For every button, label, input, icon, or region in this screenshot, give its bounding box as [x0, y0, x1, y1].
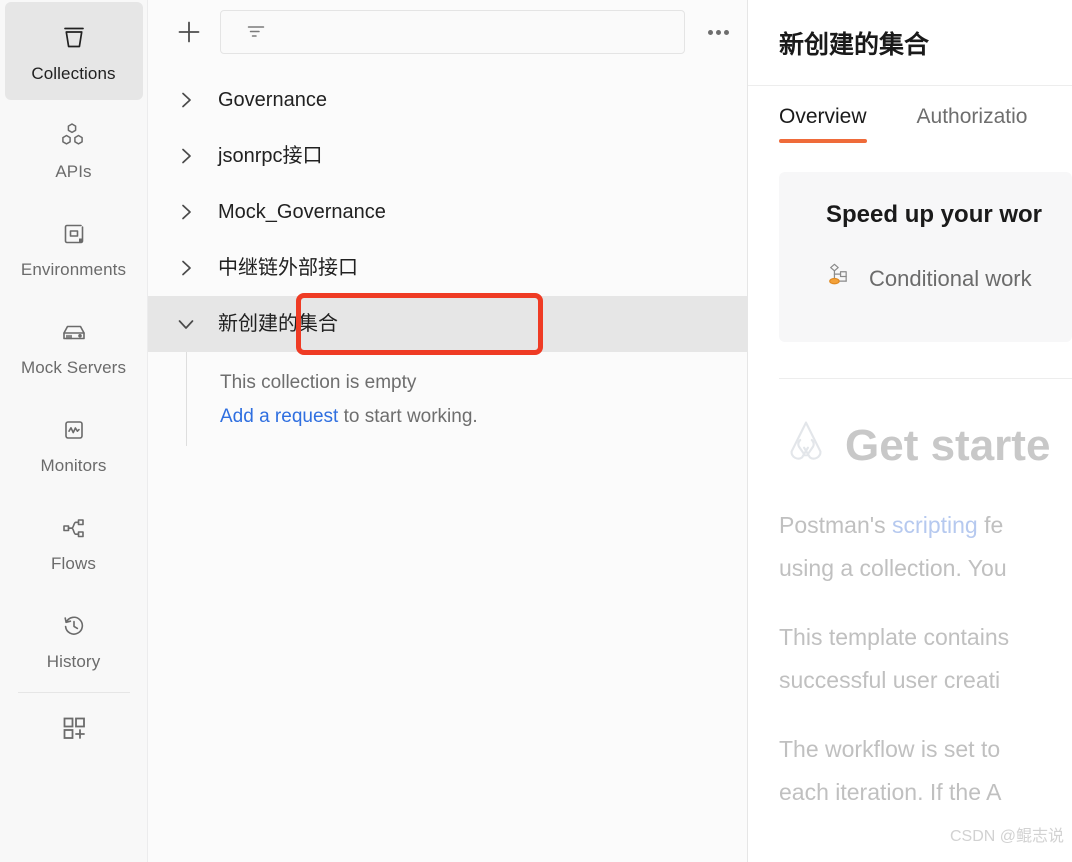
- filter-icon: [245, 21, 267, 43]
- chevron-right-icon[interactable]: [174, 256, 198, 280]
- collection-name: 新创建的集合: [218, 313, 338, 335]
- sidebar-item-label: History: [46, 651, 101, 671]
- add-a-request-link[interactable]: Add a request: [220, 406, 338, 427]
- new-collection-button[interactable]: [174, 17, 204, 47]
- collection-row-governance[interactable]: Governance: [148, 72, 747, 128]
- flows-icon: [57, 511, 91, 545]
- empty-state-line-2-rest: to start working.: [338, 406, 478, 427]
- collection-name: jsonrpc接口: [218, 145, 323, 167]
- collection-row-jsonrpc[interactable]: jsonrpc接口: [148, 128, 747, 184]
- collection-empty-state: This collection is empty Add a request t…: [148, 352, 747, 454]
- dot: [707, 29, 713, 35]
- collections-filter-input[interactable]: [279, 23, 672, 41]
- collection-detail-panel: 新创建的集合 Overview Authorizatio Speed up yo…: [748, 0, 1072, 862]
- doc-p3-line1: The workflow is set to: [779, 736, 1001, 762]
- collection-row-new-collection[interactable]: 新创建的集合: [148, 296, 747, 352]
- sidebar-item-history[interactable]: History: [5, 590, 143, 688]
- sidebar-item-label: APIs: [55, 161, 92, 181]
- doc-heading-text: Get starte: [845, 420, 1051, 470]
- chevron-right-icon[interactable]: [174, 144, 198, 168]
- tab-overview[interactable]: Overview: [779, 105, 867, 143]
- add-module-icon: [57, 711, 91, 745]
- sidebar-item-environments[interactable]: Environments: [5, 198, 143, 296]
- collections-toolbar: [148, 0, 747, 64]
- mock-servers-icon: [57, 315, 91, 349]
- doc-p1-a: Postman's: [779, 512, 893, 538]
- collection-row-mock-governance[interactable]: Mock_Governance: [148, 184, 747, 240]
- collection-name: 中继链外部接口: [218, 257, 358, 279]
- postman-window: Collections APIs Environments Mock Serve…: [0, 0, 1072, 862]
- primary-sidebar: Collections APIs Environments Mock Serve…: [0, 0, 148, 862]
- dot: [723, 29, 729, 35]
- scripting-link[interactable]: scripting: [892, 512, 978, 538]
- chevron-right-icon[interactable]: [174, 200, 198, 224]
- sidebar-item-label: Monitors: [40, 455, 107, 475]
- doc-paragraph-3: The workflow is set to each iteration. If…: [779, 728, 1072, 814]
- sidebar-item-collections[interactable]: Collections: [4, 2, 143, 100]
- sidebar-item-monitors[interactable]: Monitors: [5, 394, 143, 492]
- collection-row-relay-chain[interactable]: 中继链外部接口: [148, 240, 747, 296]
- chevron-down-icon[interactable]: [174, 312, 198, 336]
- chevron-right-icon[interactable]: [174, 88, 198, 112]
- page-title: 新创建的集合: [779, 31, 930, 59]
- collections-panel: Governance jsonrpc接口 Mock_Governance 中继链…: [148, 0, 748, 862]
- sidebar-item-apis[interactable]: APIs: [5, 100, 143, 198]
- doc-p1-b: fe: [977, 512, 1004, 538]
- tree-indent-guide: [186, 352, 187, 446]
- apis-icon: [57, 119, 91, 153]
- collections-icon: [57, 21, 91, 55]
- collections-tree: Governance jsonrpc接口 Mock_Governance 中继链…: [148, 64, 747, 454]
- empty-state-line-2: Add a request to start working.: [174, 400, 747, 434]
- doc-p1-line2: using a collection. You: [779, 555, 1007, 581]
- promo-item-label: Conditional work: [869, 266, 1032, 291]
- sidebar-item-label: Flows: [51, 553, 96, 573]
- sidebar-item-label: Environments: [20, 259, 127, 279]
- more-horizontal-icon[interactable]: [701, 17, 735, 47]
- doc-heading: Get starte: [779, 413, 1072, 478]
- detail-tabs: Overview Authorizatio: [748, 85, 1072, 143]
- promo-card: Speed up your wor Conditional work: [779, 172, 1072, 342]
- workflow-icon: [826, 261, 856, 297]
- sidebar-item-label: Collections: [31, 63, 116, 83]
- history-icon: [57, 609, 91, 643]
- empty-state-line-1: This collection is empty: [220, 372, 417, 393]
- promo-title: Speed up your wor: [826, 201, 1043, 228]
- doc-p2-line1: This template contains: [779, 624, 1010, 650]
- dot: [715, 29, 721, 35]
- doc-p3-line2: each iteration. If the A: [779, 779, 1002, 805]
- doc-paragraph-1: Postman's scripting fe using a collection…: [779, 504, 1072, 590]
- doc-p2-line2: successful user creati: [779, 667, 1001, 693]
- postman-logo-icon: [779, 413, 833, 478]
- sidebar-item-add-module[interactable]: [5, 693, 143, 763]
- sidebar-item-flows[interactable]: Flows: [5, 492, 143, 590]
- tab-authorization[interactable]: Authorizatio: [917, 105, 1028, 143]
- watermark: CSDN @鲲志说: [949, 828, 1064, 845]
- environments-icon: [57, 217, 91, 251]
- collections-filter-box[interactable]: [220, 10, 685, 54]
- sidebar-item-mock-servers[interactable]: Mock Servers: [5, 296, 143, 394]
- monitors-icon: [57, 413, 91, 447]
- collection-name: Governance: [218, 89, 327, 111]
- doc-paragraph-2: This template contains successful user cr…: [779, 616, 1072, 702]
- collection-documentation: Get starte Postman's scripting fe using a…: [748, 379, 1072, 814]
- sidebar-item-label: Mock Servers: [20, 357, 127, 377]
- promo-item-conditional-workflow[interactable]: Conditional work: [826, 261, 1072, 297]
- collection-name: Mock_Governance: [218, 201, 386, 223]
